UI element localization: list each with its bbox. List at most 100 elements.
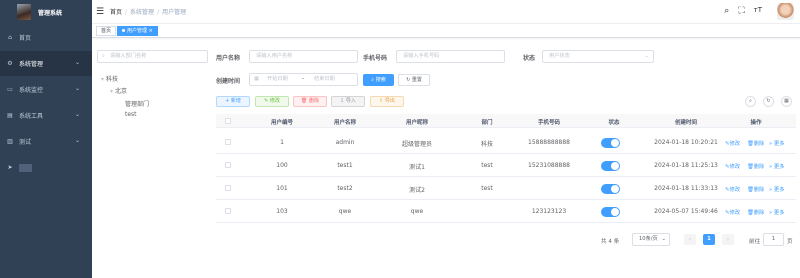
cell-nickname: 测试1: [409, 164, 425, 171]
phone-input[interactable]: 请输入手机号码: [396, 50, 505, 63]
cell-user-id: 1: [280, 139, 284, 146]
cell-created-time: 2024-01-18 10:20:21: [654, 139, 718, 146]
created-time-label: 创建时间: [216, 78, 241, 85]
cell-nickname: 超级管理员: [401, 141, 432, 148]
page-number-current[interactable]: 1: [703, 234, 715, 245]
row-edit-link[interactable]: ✎修改: [725, 185, 740, 193]
monitor-icon: ▭: [7, 86, 13, 93]
status-select[interactable]: 用户状态 ⌄: [542, 50, 654, 63]
tree-node-root[interactable]: ▾ 科技: [101, 74, 118, 83]
caret-down-icon: ▾: [101, 76, 105, 83]
hamburger-icon[interactable]: ☰: [96, 7, 104, 17]
search-button-label: 搜索: [375, 77, 386, 83]
tree-node-label: 科技: [105, 76, 118, 83]
status-label: 状态: [523, 55, 536, 62]
tags-view: 首页 用户管理 ×: [92, 24, 800, 38]
tree-node-leaf[interactable]: 管理部门: [125, 99, 149, 108]
column-header: 状态: [608, 120, 620, 126]
export-button[interactable]: ⇧ 导出: [370, 96, 404, 107]
row-delete-link[interactable]: 🗑删除: [747, 185, 764, 193]
chevron-down-icon: ⌄: [644, 53, 649, 59]
sidebar-item-label: 系统管理: [19, 61, 44, 68]
cell-phone: 15231088888: [528, 162, 570, 169]
sidebar-item-home[interactable]: ⌂ 首页: [0, 25, 92, 50]
row-checkbox[interactable]: [225, 185, 231, 191]
phone-placeholder: 请输入手机号码: [403, 53, 440, 59]
reset-button[interactable]: ↻ 重置: [398, 74, 430, 86]
chevron-down-icon: ⌄: [74, 111, 80, 118]
row-more-link[interactable]: » 更多: [769, 208, 785, 216]
chart-icon: ▥: [7, 138, 13, 145]
status-toggle[interactable]: [601, 207, 620, 217]
edit-button[interactable]: ✎ 修改: [255, 96, 289, 107]
goto-page-input[interactable]: 1: [763, 233, 784, 246]
logo-image: [17, 4, 31, 20]
sidebar-item-system-tools[interactable]: ▤ 系统工具 ⌄: [0, 103, 92, 128]
avatar[interactable]: [777, 3, 794, 20]
row-more-link[interactable]: » 更多: [769, 139, 785, 147]
cell-phone: 123123123: [531, 208, 567, 215]
start-date-placeholder[interactable]: 开始日期: [267, 74, 288, 85]
page-size-value: 10条/页: [639, 236, 658, 242]
search-icon: ⌕: [102, 53, 105, 59]
row-delete-link[interactable]: 🗑删除: [747, 162, 764, 170]
sidebar-logo[interactable]: 管理系统: [0, 0, 92, 24]
prev-page-button[interactable]: ‹: [684, 234, 696, 245]
tag-user-manage[interactable]: 用户管理 ×: [117, 26, 158, 36]
search-icon[interactable]: ⌕: [724, 6, 729, 16]
close-icon[interactable]: ×: [149, 28, 153, 34]
dashboard-icon: ⌂: [8, 34, 12, 41]
send-icon: ➤: [7, 164, 13, 171]
row-checkbox[interactable]: [225, 162, 231, 168]
row-more-link[interactable]: » 更多: [769, 162, 785, 170]
tree-node-child[interactable]: ▾ 北京: [110, 86, 127, 95]
column-header: 用户昵称: [405, 120, 428, 126]
sidebar-item-label: 测试: [19, 139, 32, 146]
refresh-icon[interactable]: ↻: [763, 96, 774, 107]
search-button[interactable]: ⌕ 搜索: [363, 74, 394, 86]
tree-node-leaf[interactable]: test: [125, 111, 137, 118]
cell-created-time: 2024-01-18 11:25:13: [654, 162, 718, 169]
page-size-select[interactable]: 10条/页 ⌄: [632, 233, 670, 246]
breadcrumb-system[interactable]: 系统管理: [130, 9, 154, 16]
row-more-link[interactable]: » 更多: [769, 185, 785, 193]
sidebar-item-system-manage[interactable]: ⚙ 系统管理 ⌄: [0, 51, 92, 76]
status-toggle[interactable]: [601, 138, 620, 148]
row-checkbox[interactable]: [225, 208, 231, 214]
status-placeholder: 用户状态: [549, 53, 570, 59]
font-size-icon[interactable]: тT: [754, 6, 762, 16]
tag-home[interactable]: 首页: [96, 26, 117, 36]
import-button[interactable]: ⇩ 导入: [331, 96, 365, 107]
table-row: 100 test1 测试1 test 15231088888 2024-01-1…: [216, 154, 796, 177]
row-edit-link[interactable]: ✎修改: [725, 139, 740, 147]
search-icon: ⌕: [371, 77, 375, 83]
row-edit-link[interactable]: ✎修改: [725, 162, 740, 170]
sidebar-item-test[interactable]: ▥ 测试 ⌄: [0, 129, 92, 154]
search-toggle-icon[interactable]: ⌕: [745, 96, 756, 107]
username-input[interactable]: 请输入用户名称: [249, 50, 358, 63]
sidebar-item-unnamed[interactable]: ➤: [0, 155, 92, 180]
cell-dept: test: [481, 162, 493, 169]
cell-username: qwe: [338, 208, 352, 215]
row-checkbox[interactable]: [225, 139, 231, 145]
sidebar-item-system-monitor[interactable]: ▭ 系统监控 ⌄: [0, 77, 92, 102]
row-edit-link[interactable]: ✎修改: [725, 208, 740, 216]
tag-label: 用户管理: [127, 28, 148, 34]
fullscreen-icon[interactable]: ⛶: [738, 6, 744, 16]
status-toggle[interactable]: [601, 184, 620, 194]
cell-user-id: 103: [276, 208, 288, 215]
breadcrumb-home[interactable]: 首页: [110, 9, 122, 16]
add-button[interactable]: + 新增: [216, 96, 250, 107]
row-delete-link[interactable]: 🗑删除: [747, 139, 764, 147]
sidebar-item-label: 系统工具: [19, 113, 44, 120]
columns-icon[interactable]: ▦: [781, 96, 792, 107]
row-delete-link[interactable]: 🗑删除: [747, 208, 764, 216]
next-page-button[interactable]: ›: [722, 234, 734, 245]
delete-button[interactable]: 🗑 删除: [293, 96, 327, 107]
dept-search-input[interactable]: ⌕ 请输入部门名称: [97, 50, 208, 63]
date-range-picker[interactable]: ▦ 开始日期 - 结束日期: [249, 73, 358, 86]
end-date-placeholder[interactable]: 结束日期: [314, 74, 335, 85]
refresh-icon: ↻: [406, 77, 411, 83]
select-all-checkbox[interactable]: [225, 118, 231, 124]
status-toggle[interactable]: [601, 161, 620, 171]
